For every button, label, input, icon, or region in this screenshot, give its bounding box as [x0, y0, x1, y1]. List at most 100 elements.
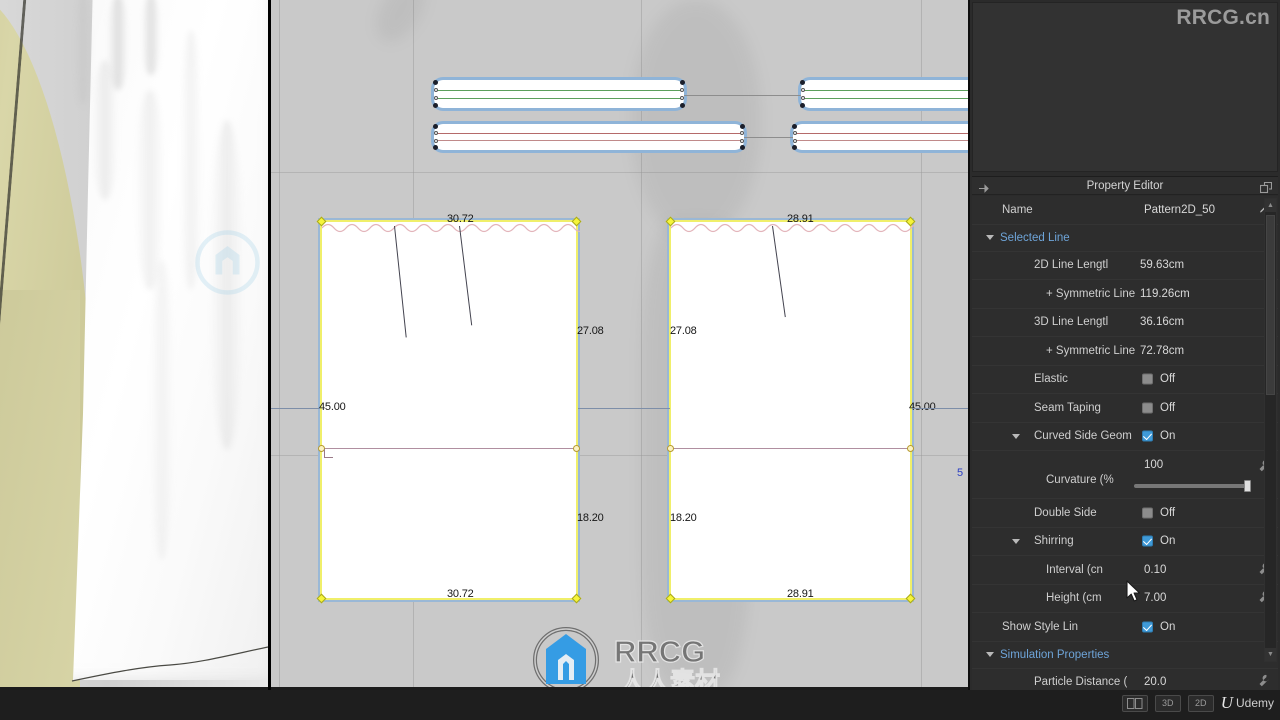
chevron-down-icon[interactable] [986, 652, 994, 657]
pattern-midpoint[interactable] [434, 139, 438, 143]
viewport-2d[interactable]: 30.72 30.72 27.08 18.20 45.00 28.91 28.9… [271, 0, 968, 690]
checkbox-shirring[interactable] [1142, 535, 1153, 547]
internal-line-right[interactable] [671, 448, 914, 449]
pattern-midpoint[interactable] [680, 96, 684, 100]
property-row-2d-line-length[interactable]: 2D Line Lengtl 59.63cm [972, 252, 1278, 280]
pattern-corner-vertex[interactable] [905, 593, 916, 604]
value-curvature: 100 [1144, 459, 1164, 471]
viewport-3d[interactable] [0, 0, 268, 690]
property-row-seam-taping[interactable]: Seam Taping Off [972, 394, 1278, 423]
dart-line[interactable] [459, 225, 473, 326]
dart-line[interactable] [394, 225, 407, 338]
value-show-style-line: On [1160, 620, 1176, 633]
property-row-show-style-line[interactable]: Show Style Lin On [972, 613, 1278, 642]
group-selected-line[interactable]: Selected Line [972, 225, 1278, 252]
property-row-curvature[interactable]: Curvature (% 100 [972, 451, 1278, 499]
pattern-midpoint[interactable] [434, 96, 438, 100]
pattern-vertex[interactable] [740, 124, 745, 129]
checkbox-elastic[interactable] [1142, 373, 1153, 385]
checkbox-seam-taping[interactable] [1142, 402, 1153, 414]
dim-left-top: 30.72 [447, 213, 474, 225]
split-view-icon[interactable] [1121, 694, 1148, 712]
dart-line[interactable] [772, 225, 786, 318]
property-editor-scrollbar[interactable]: ▲ ▼ [1264, 198, 1277, 662]
pattern-vertex[interactable] [740, 145, 745, 150]
pattern-midpoint[interactable] [793, 139, 797, 143]
dim-left-side: 45.00 [319, 401, 346, 413]
wrench-icon[interactable] [1257, 674, 1270, 690]
chevron-down-icon[interactable] [1012, 538, 1020, 544]
label-2d-line-length: 2D Line Lengtl [1034, 259, 1109, 272]
pattern-piece-right[interactable] [665, 216, 916, 604]
pattern-vertex[interactable] [433, 124, 438, 129]
checkbox-double-side[interactable] [1142, 507, 1153, 519]
pattern-vertex[interactable] [433, 80, 438, 85]
property-row-elastic[interactable]: Elastic Off [972, 366, 1278, 394]
pattern-strip-top-right[interactable] [798, 77, 968, 111]
property-row-height[interactable]: Height (cm 7.00 [972, 585, 1278, 613]
fabric-fold [92, 60, 118, 200]
pattern-vertex[interactable] [792, 124, 797, 129]
group-simulation-properties[interactable]: Simulation Properties [972, 642, 1278, 669]
pattern-vertex[interactable] [680, 80, 685, 85]
pattern-vertex[interactable] [433, 145, 438, 150]
internal-line-left[interactable] [322, 448, 580, 449]
property-row-symmetric-line-2d[interactable]: + Symmetric Line 119.26cm [972, 280, 1278, 309]
pattern-vertex[interactable] [800, 103, 805, 108]
pattern-midpoint[interactable] [801, 96, 805, 100]
view-2d-button[interactable]: 2D [1187, 694, 1214, 712]
pattern-strip-top-left[interactable] [431, 77, 687, 111]
checkbox-show-style-line[interactable] [1142, 621, 1153, 633]
pattern-midpoint[interactable] [740, 131, 744, 135]
label-3d-line-length: 3D Line Lengtl [1034, 316, 1109, 329]
pattern-midpoint[interactable] [801, 88, 805, 92]
view-3d-button[interactable]: 3D [1154, 694, 1181, 712]
label-curvature: Curvature (% [1046, 474, 1114, 486]
label-curved-side-geometry: Curved Side Geom [1034, 430, 1132, 443]
dim-right-left-lower: 18.20 [670, 512, 697, 524]
value-symmetric-line-3d: 72.78cm [1140, 344, 1185, 357]
dim-right-left-upper: 27.08 [670, 325, 697, 337]
pattern-midpoint[interactable] [434, 88, 438, 92]
internal-line-handle[interactable] [667, 445, 674, 452]
pattern-vertex[interactable] [792, 145, 797, 150]
chevron-down-icon[interactable] [986, 235, 994, 240]
pattern-midpoint[interactable] [793, 131, 797, 135]
internal-line-handle[interactable] [573, 445, 580, 452]
label-interval: Interval (cn [1046, 563, 1103, 576]
pattern-vertex[interactable] [433, 103, 438, 108]
pattern-strip-bottom-right[interactable] [790, 121, 968, 153]
pattern-piece-left[interactable] [316, 216, 582, 604]
property-row-3d-line-length[interactable]: 3D Line Lengtl 36.16cm [972, 309, 1278, 337]
pattern-strip-bottom-left[interactable] [431, 121, 747, 153]
pattern-midpoint[interactable] [680, 88, 684, 92]
scrollbar-thumb[interactable] [1266, 215, 1275, 395]
pattern-vertex[interactable] [800, 80, 805, 85]
slider-curvature[interactable] [1134, 480, 1251, 492]
property-row-double-side[interactable]: Double Side Off [972, 499, 1278, 528]
pattern-inner-line [796, 140, 968, 141]
checkbox-curved-side-geometry[interactable] [1142, 430, 1153, 442]
measure-guide-line [271, 408, 320, 409]
scroll-up-arrow[interactable]: ▲ [1265, 199, 1276, 212]
watermark-rrcg-cn: RRCG.cn [1176, 6, 1270, 29]
property-row-name[interactable]: Name Pattern2D_50 [972, 196, 1278, 225]
property-row-particle-distance[interactable]: Particle Distance ( 20.0 [972, 669, 1278, 691]
pattern-midpoint[interactable] [434, 131, 438, 135]
pattern-vertex[interactable] [680, 103, 685, 108]
pattern-midpoint[interactable] [740, 139, 744, 143]
property-row-symmetric-line-3d[interactable]: + Symmetric Line 72.78cm [972, 337, 1278, 366]
pattern-corner-vertex[interactable] [571, 593, 582, 604]
slider-knob-curvature[interactable] [1244, 480, 1251, 492]
internal-line-handle[interactable] [907, 445, 914, 452]
property-row-shirring[interactable]: Shirring On [972, 528, 1278, 556]
scroll-down-arrow[interactable]: ▼ [1265, 648, 1276, 661]
property-row-curved-side-geometry[interactable]: Curved Side Geom On [972, 423, 1278, 451]
dim-right-bottom: 28.91 [787, 588, 814, 600]
property-row-interval[interactable]: Interval (cn 0.10 [972, 556, 1278, 585]
avatar-silhouette [366, 0, 436, 51]
dim-left-bottom: 30.72 [447, 588, 474, 600]
pattern-corner-vertex[interactable] [316, 593, 327, 604]
chevron-down-icon[interactable] [1012, 433, 1020, 439]
property-editor-body[interactable]: Name Pattern2D_50 Selected Line 2D Line … [972, 196, 1278, 690]
